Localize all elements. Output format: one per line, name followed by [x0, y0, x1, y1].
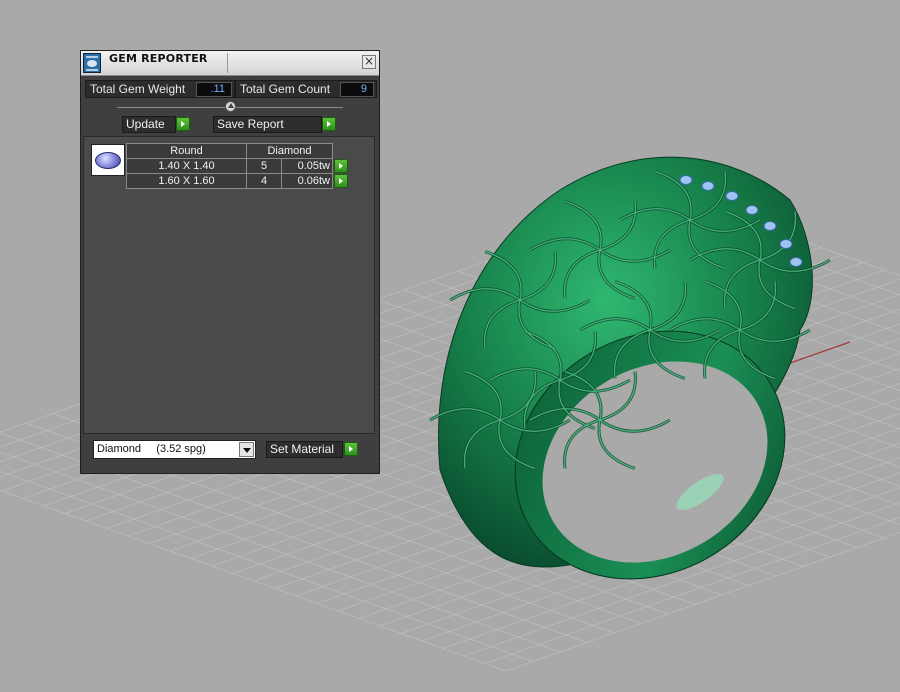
- gem-size: 1.60 X 1.60: [126, 173, 247, 189]
- table-header-row: Round Diamond: [126, 143, 350, 159]
- material-dropdown[interactable]: Diamond (3.52 spg): [93, 440, 256, 459]
- gem-list-area: Round Diamond 1.40 X 1.40 5 0.05tw 1.60 …: [83, 136, 375, 434]
- gem-count: 5: [246, 158, 282, 174]
- gem-count: 4: [246, 173, 282, 189]
- gem-weight: 0.06tw: [281, 173, 333, 189]
- gem-reporter-app-icon: [83, 53, 101, 73]
- gem-table: Round Diamond 1.40 X 1.40 5 0.05tw 1.60 …: [126, 143, 350, 189]
- gem-size: 1.40 X 1.40: [126, 158, 247, 174]
- row-select-go-icon[interactable]: [334, 159, 348, 173]
- save-report-go-icon[interactable]: [322, 117, 336, 131]
- panel-title: GEM REPORTER: [109, 52, 208, 65]
- set-material-button[interactable]: Set Material: [266, 441, 343, 458]
- table-row: 1.60 X 1.60 4 0.06tw: [126, 173, 350, 189]
- set-material-go-icon[interactable]: [344, 442, 358, 456]
- material-value: Diamond (3.52 spg): [97, 443, 206, 455]
- update-go-icon[interactable]: [176, 117, 190, 131]
- update-button[interactable]: Update: [122, 116, 176, 133]
- gem-reporter-panel: GEM REPORTER × Total Gem Weight .11 Tota…: [80, 50, 380, 474]
- slider-handle[interactable]: [225, 101, 236, 112]
- close-icon: ×: [363, 54, 375, 68]
- total-gem-weight-value: .11: [196, 82, 232, 97]
- title-separator: [227, 53, 228, 73]
- header-stone-type: Diamond: [246, 143, 333, 159]
- table-row: 1.40 X 1.40 5 0.05tw: [126, 158, 350, 174]
- total-gem-count-value: 9: [340, 82, 374, 97]
- header-shape: Round: [126, 143, 247, 159]
- chevron-down-icon[interactable]: [239, 442, 254, 457]
- title-bar[interactable]: GEM REPORTER ×: [81, 51, 379, 76]
- save-report-button[interactable]: Save Report: [213, 116, 322, 133]
- close-button[interactable]: ×: [362, 55, 376, 69]
- row-select-go-icon[interactable]: [334, 174, 348, 188]
- round-gem-icon: [91, 144, 125, 176]
- gem-weight: 0.05tw: [281, 158, 333, 174]
